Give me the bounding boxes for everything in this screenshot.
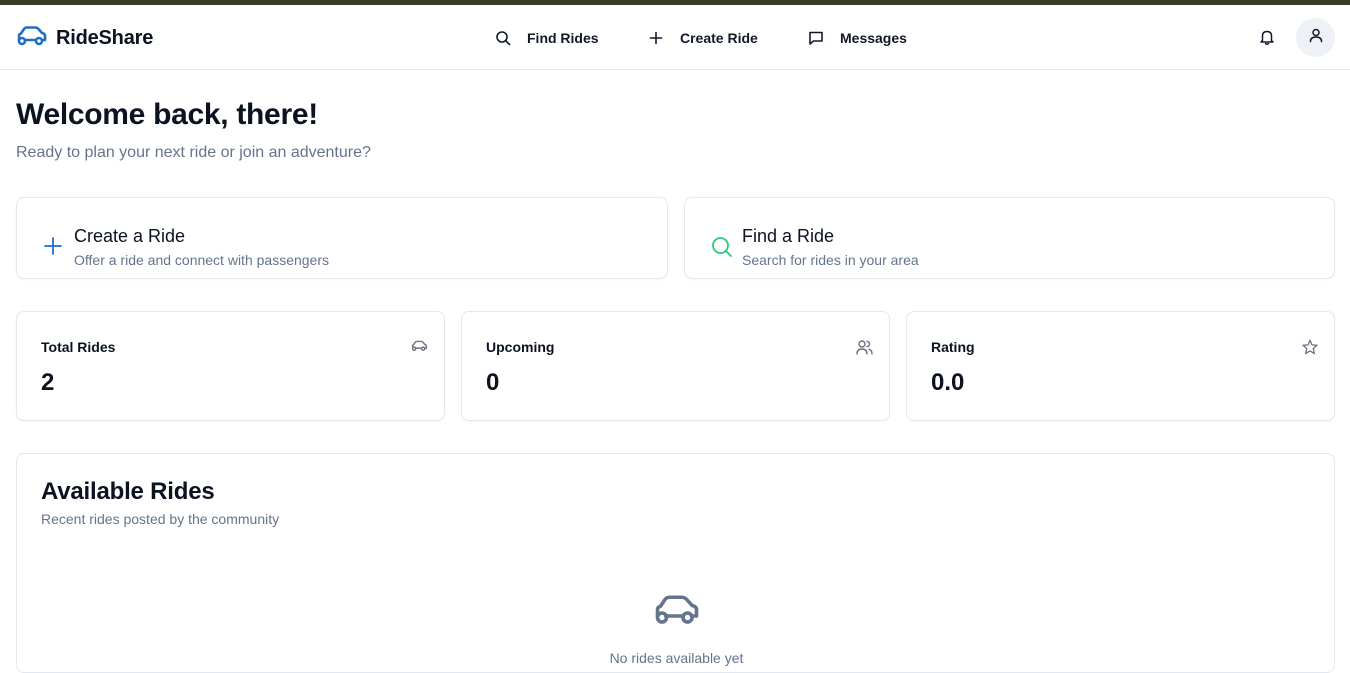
- car-icon: [653, 592, 701, 633]
- stat-card-total-rides: Total Rides 2: [16, 311, 445, 421]
- welcome-title: Welcome back, there!: [16, 98, 318, 131]
- search-icon: [495, 30, 511, 46]
- stat-card-upcoming: Upcoming 0: [461, 311, 890, 421]
- stat-label: Total Rides: [41, 339, 116, 355]
- nav-find-rides-label: Find Rides: [527, 29, 599, 46]
- stat-label: Rating: [931, 339, 975, 355]
- plus-icon: [648, 30, 664, 46]
- search-icon: [711, 236, 733, 263]
- brand-name: RideShare: [56, 27, 154, 49]
- available-rides-subtitle: Recent rides posted by the community: [41, 511, 280, 527]
- nav-messages[interactable]: Messages: [808, 5, 907, 70]
- create-ride-title: Create a Ride: [74, 226, 186, 246]
- user-icon: [1308, 27, 1324, 48]
- nav-create-ride-label: Create Ride: [680, 29, 758, 46]
- users-icon: [856, 339, 873, 360]
- find-ride-subtitle: Search for rides in your area: [742, 252, 919, 268]
- star-icon: [1302, 339, 1318, 360]
- nav-create-ride[interactable]: Create Ride: [648, 5, 758, 70]
- stat-card-rating: Rating 0.0: [906, 311, 1335, 421]
- nav-find-rides[interactable]: Find Rides: [495, 5, 599, 70]
- user-avatar-button[interactable]: [1296, 18, 1335, 57]
- available-rides-panel: Available Rides Recent rides posted by t…: [16, 453, 1335, 673]
- empty-state-text: No rides available yet: [609, 650, 744, 666]
- find-ride-title: Find a Ride: [742, 226, 835, 246]
- welcome-subtitle: Ready to plan your next ride or join an …: [16, 144, 371, 161]
- message-icon: [808, 30, 824, 46]
- stat-label: Upcoming: [486, 339, 555, 355]
- top-navbar: RideShare Find Rides Create Ride Message…: [0, 5, 1350, 70]
- car-icon: [411, 339, 428, 358]
- car-icon: [16, 24, 48, 53]
- bell-icon[interactable]: [1258, 28, 1276, 51]
- stat-value: 0: [486, 369, 500, 396]
- nav-messages-label: Messages: [840, 29, 907, 46]
- stat-value: 0.0: [931, 369, 965, 396]
- create-ride-subtitle: Offer a ride and connect with passengers: [74, 252, 330, 268]
- available-rides-title: Available Rides: [41, 478, 215, 505]
- brand-logo[interactable]: RideShare: [16, 24, 153, 53]
- create-ride-card[interactable]: Create a Ride Offer a ride and connect w…: [16, 197, 668, 279]
- find-ride-card[interactable]: Find a Ride Search for rides in your are…: [684, 197, 1335, 279]
- plus-icon: [43, 236, 63, 261]
- stat-value: 2: [41, 369, 55, 396]
